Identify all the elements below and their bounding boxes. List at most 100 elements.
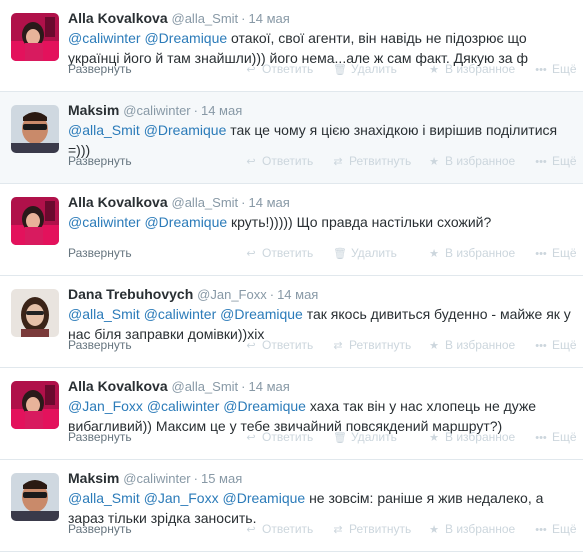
more-label: Ещё [552,246,577,260]
retweet-button[interactable]: ⇄ Ретвитнуть [331,336,411,355]
author-username[interactable]: @Jan_Foxx [197,287,267,302]
tweet[interactable]: Alla Kovalkova @alla_Smit · 14 мая @Jan_Fox… [0,368,583,460]
avatar[interactable] [11,105,59,153]
tweet-header: Maksim @caliwinter · 14 мая [68,100,242,120]
delete-button[interactable]: 🗑 Удалить [333,244,397,263]
favorite-button[interactable]: ★ В избранное [427,336,515,355]
more-icon: ••• [535,248,547,260]
retweet-icon: ⇄ [333,156,343,168]
mention-link[interactable]: @Dreamique [144,30,227,46]
mention-link[interactable]: @caliwinter [147,398,220,414]
favorite-button[interactable]: ★ В избранное [427,428,515,447]
more-button[interactable]: ••• Ещё [534,428,577,447]
tweet-time[interactable]: 14 мая [249,11,290,26]
author-username[interactable]: @caliwinter [123,471,190,486]
favorite-button[interactable]: ★ В избранное [427,152,515,171]
favorite-label: В избранное [445,338,516,352]
mention-link[interactable]: @caliwinter [68,214,141,230]
more-button[interactable]: ••• Ещё [534,244,577,263]
more-label: Ещё [552,430,577,444]
reply-button[interactable]: ↩ Ответить [244,60,313,79]
tweet-time[interactable]: 14 мая [277,287,318,302]
author-fullname[interactable]: Maksim [68,470,119,486]
reply-icon: ↩ [246,64,256,76]
tweet[interactable]: Maksim @caliwinter · 14 мая @alla_Smit @Dre… [0,92,583,184]
mention-link[interactable]: @alla_Smit [68,490,140,506]
reply-label: Ответить [262,522,314,536]
tweet-time[interactable]: 14 мая [249,195,290,210]
more-button[interactable]: ••• Ещё [534,152,576,171]
separator-dot: · [269,287,275,302]
star-icon: ★ [429,64,439,76]
expand-link[interactable]: Развернуть [68,244,132,262]
author-fullname[interactable]: Alla Kovalkova [68,378,168,394]
tweet[interactable]: Alla Kovalkova @alla_Smit · 14 мая @caliwin… [0,184,583,276]
tweet-actions: Развернуть ↩ Ответить 🗑 Удалить ★ В избранное •… [68,244,577,263]
tweet[interactable]: Alla Kovalkova @alla_Smit · 14 мая @caliwin… [0,0,583,92]
mention-link[interactable]: @Dreamique [223,398,306,414]
separator-dot: · [241,379,246,394]
author-username[interactable]: @caliwinter [123,103,190,118]
retweet-button[interactable]: ⇄ Ретвитнуть [331,152,411,171]
retweet-button[interactable]: ⇄ Ретвитнуть [331,520,411,539]
tweet-time[interactable]: 14 мая [249,379,290,394]
favorite-button[interactable]: ★ В избранное [427,244,515,263]
tweet[interactable]: Dana Trebuhovych @Jan_Foxx · 14 мая @alla_S… [0,276,583,368]
author-fullname[interactable]: Maksim [68,102,119,118]
reply-button[interactable]: ↩ Ответить [244,336,313,355]
more-icon: ••• [535,64,547,76]
favorite-button[interactable]: ★ В избранное [427,60,515,79]
tweet-time[interactable]: 15 мая [201,471,242,486]
reply-icon: ↩ [246,340,256,352]
tweet-time[interactable]: 14 мая [201,103,242,118]
mention-link[interactable]: @caliwinter [68,30,141,46]
author-username[interactable]: @alla_Smit [172,11,239,26]
avatar[interactable] [11,473,59,521]
more-icon: ••• [535,156,547,168]
separator-dot: · [193,103,198,118]
tweet-actions: Развернуть ↩ Ответить ⇄ Ретвитнуть ★ В избранн… [68,336,577,355]
expand-link[interactable]: Развернуть [68,152,132,170]
reply-button[interactable]: ↩ Ответить [244,152,313,171]
reply-icon: ↩ [246,432,256,444]
expand-link[interactable]: Развернуть [68,336,132,354]
reply-label: Ответить [262,154,314,168]
more-button[interactable]: ••• Ещё [534,520,576,539]
reply-label: Ответить [262,62,314,76]
favorite-button[interactable]: ★ В избранное [427,520,515,539]
reply-button[interactable]: ↩ Ответить [244,520,313,539]
mention-link[interactable]: @Dreamique [144,214,227,230]
more-button[interactable]: ••• Ещё [534,336,576,355]
mention-link[interactable]: @Jan_Foxx [68,398,143,414]
mention-link[interactable]: @Dreamique [220,306,303,322]
tweet[interactable]: Maksim @caliwinter · 15 мая @alla_Smit @Jan… [0,460,583,552]
delete-button[interactable]: 🗑 Удалить [333,60,397,79]
author-username[interactable]: @alla_Smit [172,379,239,394]
avatar[interactable] [11,13,59,61]
mention-link[interactable]: @Jan_Foxx [144,490,219,506]
expand-link[interactable]: Развернуть [68,428,132,446]
mention-link[interactable]: @alla_Smit [68,122,140,138]
author-fullname[interactable]: Alla Kovalkova [68,194,168,210]
mention-link[interactable]: @Dreamique [223,490,306,506]
avatar[interactable] [11,289,59,337]
tweet-actions: Развернуть ↩ Ответить ⇄ Ретвитнуть ★ В избранн… [68,520,577,539]
favorite-label: В избранное [445,430,516,444]
tweet-actions: Развернуть ↩ Ответить ⇄ Ретвитнуть ★ В избранн… [68,152,577,171]
trash-icon: 🗑 [333,64,347,76]
expand-link[interactable]: Развернуть [68,520,132,538]
mention-link[interactable]: @Dreamique [144,122,227,138]
author-fullname[interactable]: Dana Trebuhovych [68,286,193,302]
more-button[interactable]: ••• Ещё [534,60,576,79]
mention-link[interactable]: @alla_Smit [68,306,140,322]
expand-link[interactable]: Развернуть [68,60,132,78]
avatar[interactable] [11,197,59,245]
author-fullname[interactable]: Alla Kovalkova [68,10,168,26]
avatar[interactable] [11,381,59,429]
reply-button[interactable]: ↩ Ответить [244,244,313,263]
delete-button[interactable]: 🗑 Удалить [333,428,397,447]
author-username[interactable]: @alla_Smit [172,195,239,210]
mention-link[interactable]: @caliwinter [144,306,217,322]
reply-button[interactable]: ↩ Ответить [244,428,313,447]
tweet-text: @caliwinter @Dreamique круть!))))) Що пр… [68,212,573,232]
